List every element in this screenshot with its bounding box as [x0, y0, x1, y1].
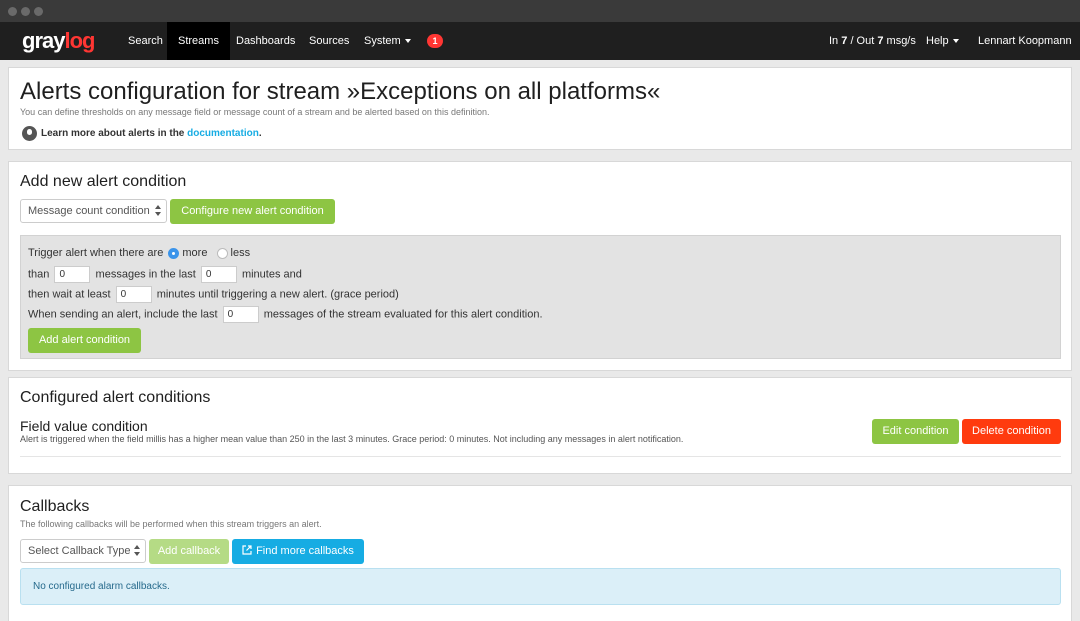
messages-in-last-label: messages in the last: [95, 268, 196, 281]
throughput-out-value: 7: [877, 35, 884, 47]
top-navbar: graylog Search Streams Dashboards Source…: [0, 22, 1080, 82]
delete-condition-button[interactable]: Delete condition: [962, 419, 1061, 444]
grace-label: minutes until triggering a new alert. (g…: [156, 288, 399, 301]
learn-more-suffix: .: [258, 128, 262, 139]
learn-more-text: Learn more about alerts in the documenta…: [41, 127, 262, 140]
user-menu-dropdown[interactable]: Lennart Koopmann: [978, 22, 1080, 82]
user-name: Lennart Koopmann: [978, 35, 1072, 47]
help-dropdown[interactable]: Help: [926, 22, 959, 60]
configured-conditions-panel: Configured alert conditions Field value …: [8, 377, 1072, 474]
nav-sources[interactable]: Sources: [298, 22, 360, 60]
radio-more-label: more: [182, 247, 208, 259]
add-condition-panel: Add new alert condition Message count co…: [8, 161, 1072, 371]
nav-streams[interactable]: Streams: [167, 22, 230, 60]
window-titlebar: [0, 0, 1080, 22]
minutes-and-label: minutes and: [241, 268, 302, 281]
external-link-icon: [242, 545, 252, 555]
add-condition-heading: Add new alert condition: [20, 173, 187, 190]
condition-title: Field value condition: [20, 418, 148, 434]
callbacks-heading: Callbacks: [20, 498, 90, 515]
page-header-panel: Alerts configuration for stream »Excepti…: [8, 67, 1072, 150]
configured-conditions-heading: Configured alert conditions: [20, 389, 211, 406]
nav-search[interactable]: Search: [117, 22, 174, 60]
lightbulb-icon: [22, 126, 37, 141]
throughput-in-label: In: [829, 35, 839, 47]
chevron-down-icon: [952, 39, 959, 44]
throughput-out-label: / Out: [850, 35, 875, 47]
callback-type-select[interactable]: Select Callback Type: [20, 539, 146, 563]
condition-description: Alert is triggered when the field millis…: [20, 434, 684, 444]
window-minimize-button[interactable]: [21, 7, 30, 16]
backlog-input[interactable]: 0: [222, 306, 259, 323]
grace-row: then wait at least 0 minutes until trigg…: [28, 286, 399, 303]
logo-text-log: log: [64, 28, 95, 53]
learn-more-prefix: Learn more about alerts in the: [41, 128, 185, 139]
wait-label: then wait at least: [28, 288, 111, 301]
threshold-row: than 0 messages in the last 0 minutes an…: [28, 266, 302, 283]
callback-type-value: Select Callback Type: [28, 545, 131, 557]
notification-badge[interactable]: 1: [427, 34, 443, 48]
window-close-button[interactable]: [8, 7, 17, 16]
grace-period-input[interactable]: 0: [115, 286, 152, 303]
time-window-input[interactable]: 0: [200, 266, 237, 283]
nav-dashboards[interactable]: Dashboards: [225, 22, 306, 60]
callbacks-description: The following callbacks will be performe…: [20, 519, 322, 529]
backlog-row: When sending an alert, include the last …: [28, 306, 543, 323]
page-title: Alerts configuration for stream »Excepti…: [20, 78, 661, 105]
edit-condition-button[interactable]: Edit condition: [872, 419, 959, 444]
nav-system-dropdown[interactable]: System: [353, 22, 422, 60]
throughput-in-value: 7: [841, 35, 848, 47]
radio-less[interactable]: [216, 247, 228, 259]
condition-type-value: Message count condition: [28, 205, 150, 217]
graylog-logo[interactable]: graylog: [22, 28, 95, 53]
add-callback-button[interactable]: Add callback: [149, 539, 229, 564]
than-label: than: [28, 268, 50, 281]
divider: [20, 456, 1061, 457]
select-arrows-icon: [155, 205, 161, 217]
chevron-down-icon: [404, 39, 411, 44]
help-label: Help: [926, 35, 949, 47]
add-alert-condition-button[interactable]: Add alert condition: [28, 328, 141, 353]
condition-type-select[interactable]: Message count condition: [20, 199, 167, 223]
logo-text-gray: gray: [22, 28, 65, 53]
configure-condition-button[interactable]: Configure new alert condition: [170, 199, 335, 224]
throughput-unit: msg/s: [886, 35, 916, 47]
window-zoom-button[interactable]: [34, 7, 43, 16]
find-more-callbacks-label: Find more callbacks: [256, 545, 354, 557]
include-suffix: messages of the stream evaluated for thi…: [263, 308, 543, 321]
no-callbacks-alert: No configured alarm callbacks.: [20, 568, 1061, 605]
find-more-callbacks-button[interactable]: Find more callbacks: [232, 539, 364, 564]
message-count-input[interactable]: 0: [54, 266, 91, 283]
nav-system-label: System: [364, 35, 401, 47]
radio-less-label: less: [230, 247, 251, 259]
documentation-link[interactable]: documentation: [187, 128, 259, 139]
trigger-row: Trigger alert when there are more less: [28, 246, 250, 260]
trigger-label: Trigger alert when there are: [28, 247, 164, 259]
radio-more[interactable]: [168, 247, 180, 259]
select-arrows-icon: [134, 545, 140, 557]
include-label: When sending an alert, include the last: [28, 308, 218, 321]
page-description: You can define thresholds on any message…: [20, 107, 490, 117]
condition-form-well: Trigger alert when there are more less t…: [20, 235, 1061, 359]
callbacks-panel: Callbacks The following callbacks will b…: [8, 485, 1072, 621]
throughput-indicator: In 7 / Out 7 msg/s: [829, 22, 916, 60]
